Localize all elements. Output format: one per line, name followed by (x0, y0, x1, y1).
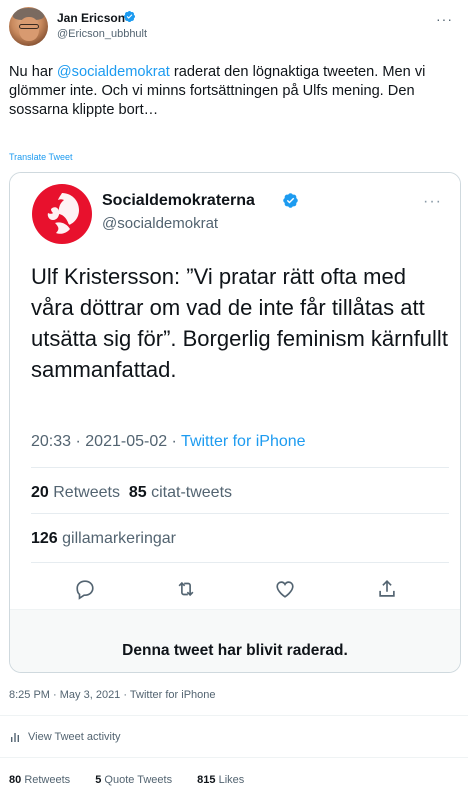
tweet-source[interactable]: Twitter for iPhone (130, 689, 216, 701)
retweets-stat[interactable]: 80 Retweets (9, 774, 81, 786)
retweet-icon (178, 581, 194, 597)
quoted-likes-label: gillamarkeringar (62, 530, 176, 547)
translate-tweet-link[interactable]: Translate Tweet (9, 152, 73, 162)
retweets-count: 80 (9, 774, 22, 786)
divider (31, 562, 449, 563)
quoted-retweets-label: Retweets (53, 484, 120, 501)
divider (31, 467, 449, 468)
quoted-tweet: Socialdemokraterna @socialdemokrat ··· U… (10, 173, 460, 609)
likes-label: Likes (218, 774, 245, 786)
tweet-date[interactable]: May 3, 2021 (60, 689, 121, 701)
tweet-text: Nu har @socialdemokrat raderat den lögna… (9, 63, 457, 120)
author-avatar[interactable] (9, 7, 48, 46)
likes-stat[interactable]: 815 Likes (197, 774, 255, 786)
tweet-stats: 80 Retweets 5 Quote Tweets 815 Likes (9, 774, 266, 786)
mention-link[interactable]: @socialdemokrat (57, 64, 170, 80)
quoted-tweet-image[interactable]: Socialdemokraterna @socialdemokrat ··· U… (9, 172, 461, 673)
tweet-text-prefix: Nu har (9, 64, 57, 80)
author-name[interactable]: Jan Ericson (57, 11, 125, 25)
deleted-notice-bar (10, 609, 460, 672)
view-tweet-activity-link[interactable]: View Tweet activity (28, 731, 121, 743)
deleted-notice: Denna tweet har blivit raderad. (122, 642, 348, 659)
quoted-retweets-count: 20 (31, 484, 49, 501)
quoted-source: Twitter for iPhone (181, 433, 306, 450)
verified-icon (123, 10, 136, 23)
divider (0, 715, 468, 716)
divider (0, 757, 468, 758)
quoted-stats-row: 20 Retweets 85 citat-tweets (31, 484, 232, 502)
quoted-author-name: Socialdemokraterna (102, 192, 255, 209)
quoted-verified-icon (283, 193, 298, 208)
retweets-label: Retweets (24, 774, 71, 786)
quoted-more-icon: ··· (423, 193, 442, 210)
quoted-time: 20:33 (31, 433, 72, 450)
author-handle[interactable]: @Ericson_ubbhult (57, 28, 147, 40)
separator: · (123, 689, 128, 701)
like-icon (276, 581, 294, 598)
quoted-date: 2021-05-02 (85, 433, 168, 450)
analytics-icon[interactable] (10, 731, 22, 743)
share-icon (379, 580, 395, 597)
tweet-time[interactable]: 8:25 PM (9, 689, 50, 701)
tweet-header: Jan Ericson @Ericson_ubbhult ··· (0, 0, 468, 54)
likes-count: 815 (197, 774, 216, 786)
quoted-quotes-count: 85 (128, 484, 147, 501)
quote-tweets-count: 5 (95, 774, 102, 786)
quoted-likes-count: 126 (31, 530, 58, 547)
socialdemokraterna-logo (32, 184, 92, 244)
separator: · (53, 689, 57, 701)
quoted-tweet-meta: 20:33 · 2021-05-02 · Twitter for iPhone (31, 433, 306, 450)
quote-tweets-label: Quote Tweets (104, 774, 173, 786)
quote-tweets-stat[interactable]: 5 Quote Tweets (95, 774, 183, 786)
quoted-likes-row: 126 gillamarkeringar (31, 530, 176, 548)
divider (31, 513, 449, 514)
tweet-timestamp[interactable]: 8:25 PM · May 3, 2021 · Twitter for iPho… (9, 689, 216, 701)
more-options-icon[interactable]: ··· (436, 11, 453, 27)
quoted-tweet-text: Ulf Kristersson: ”Vi pratar rätt ofta me… (31, 264, 448, 382)
reply-icon (76, 580, 94, 600)
quoted-author-handle: @socialdemokrat (102, 215, 219, 232)
quoted-quotes-label: citat-tweets (151, 484, 233, 501)
